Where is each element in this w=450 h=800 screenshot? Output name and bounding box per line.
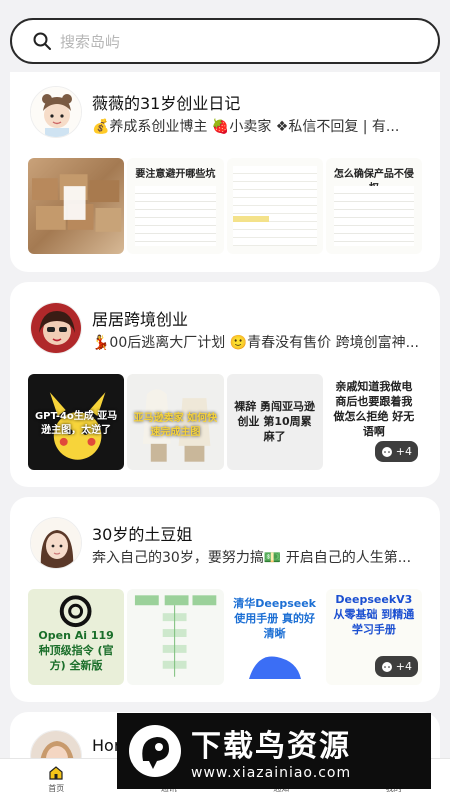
- post-thumbnails: GPT-4o生成 亚马逊主图，太逆了 亚马逊卖家 如何快速完成主图 裸辞 勇闯亚…: [28, 374, 422, 470]
- tab-home[interactable]: 首页: [0, 759, 113, 800]
- home-icon: [49, 766, 63, 780]
- more-images-badge[interactable]: +4: [374, 656, 418, 677]
- user-name[interactable]: 居居跨境创业: [92, 306, 188, 330]
- feed-card[interactable]: 薇薇的31岁创业日记 💰养成系创业博主 🍓小卖家 ❖私信不回复 | 有... 要…: [10, 72, 440, 272]
- post-thumbnail[interactable]: 亲戚知道我做电 商后也要跟着我 做怎么拒绝 好无语啊 +4: [325, 374, 422, 470]
- feed-card[interactable]: 30岁的土豆姐 奔入自己的30岁，要努力搞💵 开启自己的人生第... Open …: [10, 497, 440, 702]
- post-thumbnail[interactable]: 裸辞 勇闯亚马逊创业 第10周累麻了: [226, 374, 323, 470]
- avatar[interactable]: [30, 517, 82, 569]
- watermark-url: www.xiazainiao.com: [191, 765, 352, 781]
- feed-card[interactable]: 居居跨境创业 💃00后逃离大厂计划 🙂青春没有售价 跨境创富神... GPT-4…: [10, 282, 440, 487]
- post-thumbnail[interactable]: GPT-4o生成 亚马逊主图，太逆了: [28, 374, 125, 470]
- post-thumbnail[interactable]: 清华Deepseek 使用手册 真的好清晰: [226, 589, 323, 685]
- search-icon: [33, 32, 51, 50]
- chat-bubble-icon: [381, 446, 392, 457]
- post-thumbnails: 要注意避开哪些坑 怎么确保产品不侵权: [28, 158, 422, 254]
- user-bio: 💃00后逃离大厂计划 🙂青春没有售价 跨境创富神...: [92, 335, 419, 351]
- post-thumbnails: Open Ai 119种顶级指令 (官方) 全新版 清华Deepseek 使用手…: [28, 589, 422, 685]
- search-placeholder: 搜索岛屿: [60, 32, 121, 51]
- watermark-banner: 下载鸟资源 www.xiazainiao.com: [117, 713, 431, 789]
- post-thumbnail[interactable]: 要注意避开哪些坑: [127, 158, 224, 254]
- search-header: 搜索岛屿: [0, 0, 450, 72]
- avatar[interactable]: [30, 302, 82, 354]
- post-thumbnail[interactable]: [127, 589, 224, 685]
- post-thumbnail[interactable]: Open Ai 119种顶级指令 (官方) 全新版: [28, 589, 125, 685]
- tab-label: 首页: [48, 784, 65, 793]
- chat-bubble-icon: [381, 661, 392, 672]
- search-input[interactable]: 搜索岛屿: [10, 18, 440, 64]
- user-bio: 💰养成系创业博主 🍓小卖家 ❖私信不回复 | 有...: [92, 119, 400, 135]
- post-thumbnail[interactable]: 怎么确保产品不侵权: [325, 158, 422, 254]
- avatar[interactable]: [30, 86, 82, 138]
- post-thumbnail[interactable]: [226, 158, 323, 254]
- bird-logo-icon: [129, 725, 181, 777]
- watermark-title: 下载鸟资源: [191, 729, 351, 764]
- user-name[interactable]: 薇薇的31岁创业日记: [92, 90, 240, 114]
- more-images-badge[interactable]: +4: [374, 441, 418, 462]
- user-bio: 奔入自己的30岁，要努力搞💵 开启自己的人生第...: [92, 550, 412, 566]
- user-name[interactable]: 30岁的土豆姐: [92, 521, 192, 545]
- post-thumbnail[interactable]: 亚马逊卖家 如何快速完成主图: [127, 374, 224, 470]
- post-thumbnail[interactable]: DeepseekV3 从零基础 到精通 学习手册 +4: [325, 589, 422, 685]
- post-thumbnail[interactable]: [28, 158, 125, 254]
